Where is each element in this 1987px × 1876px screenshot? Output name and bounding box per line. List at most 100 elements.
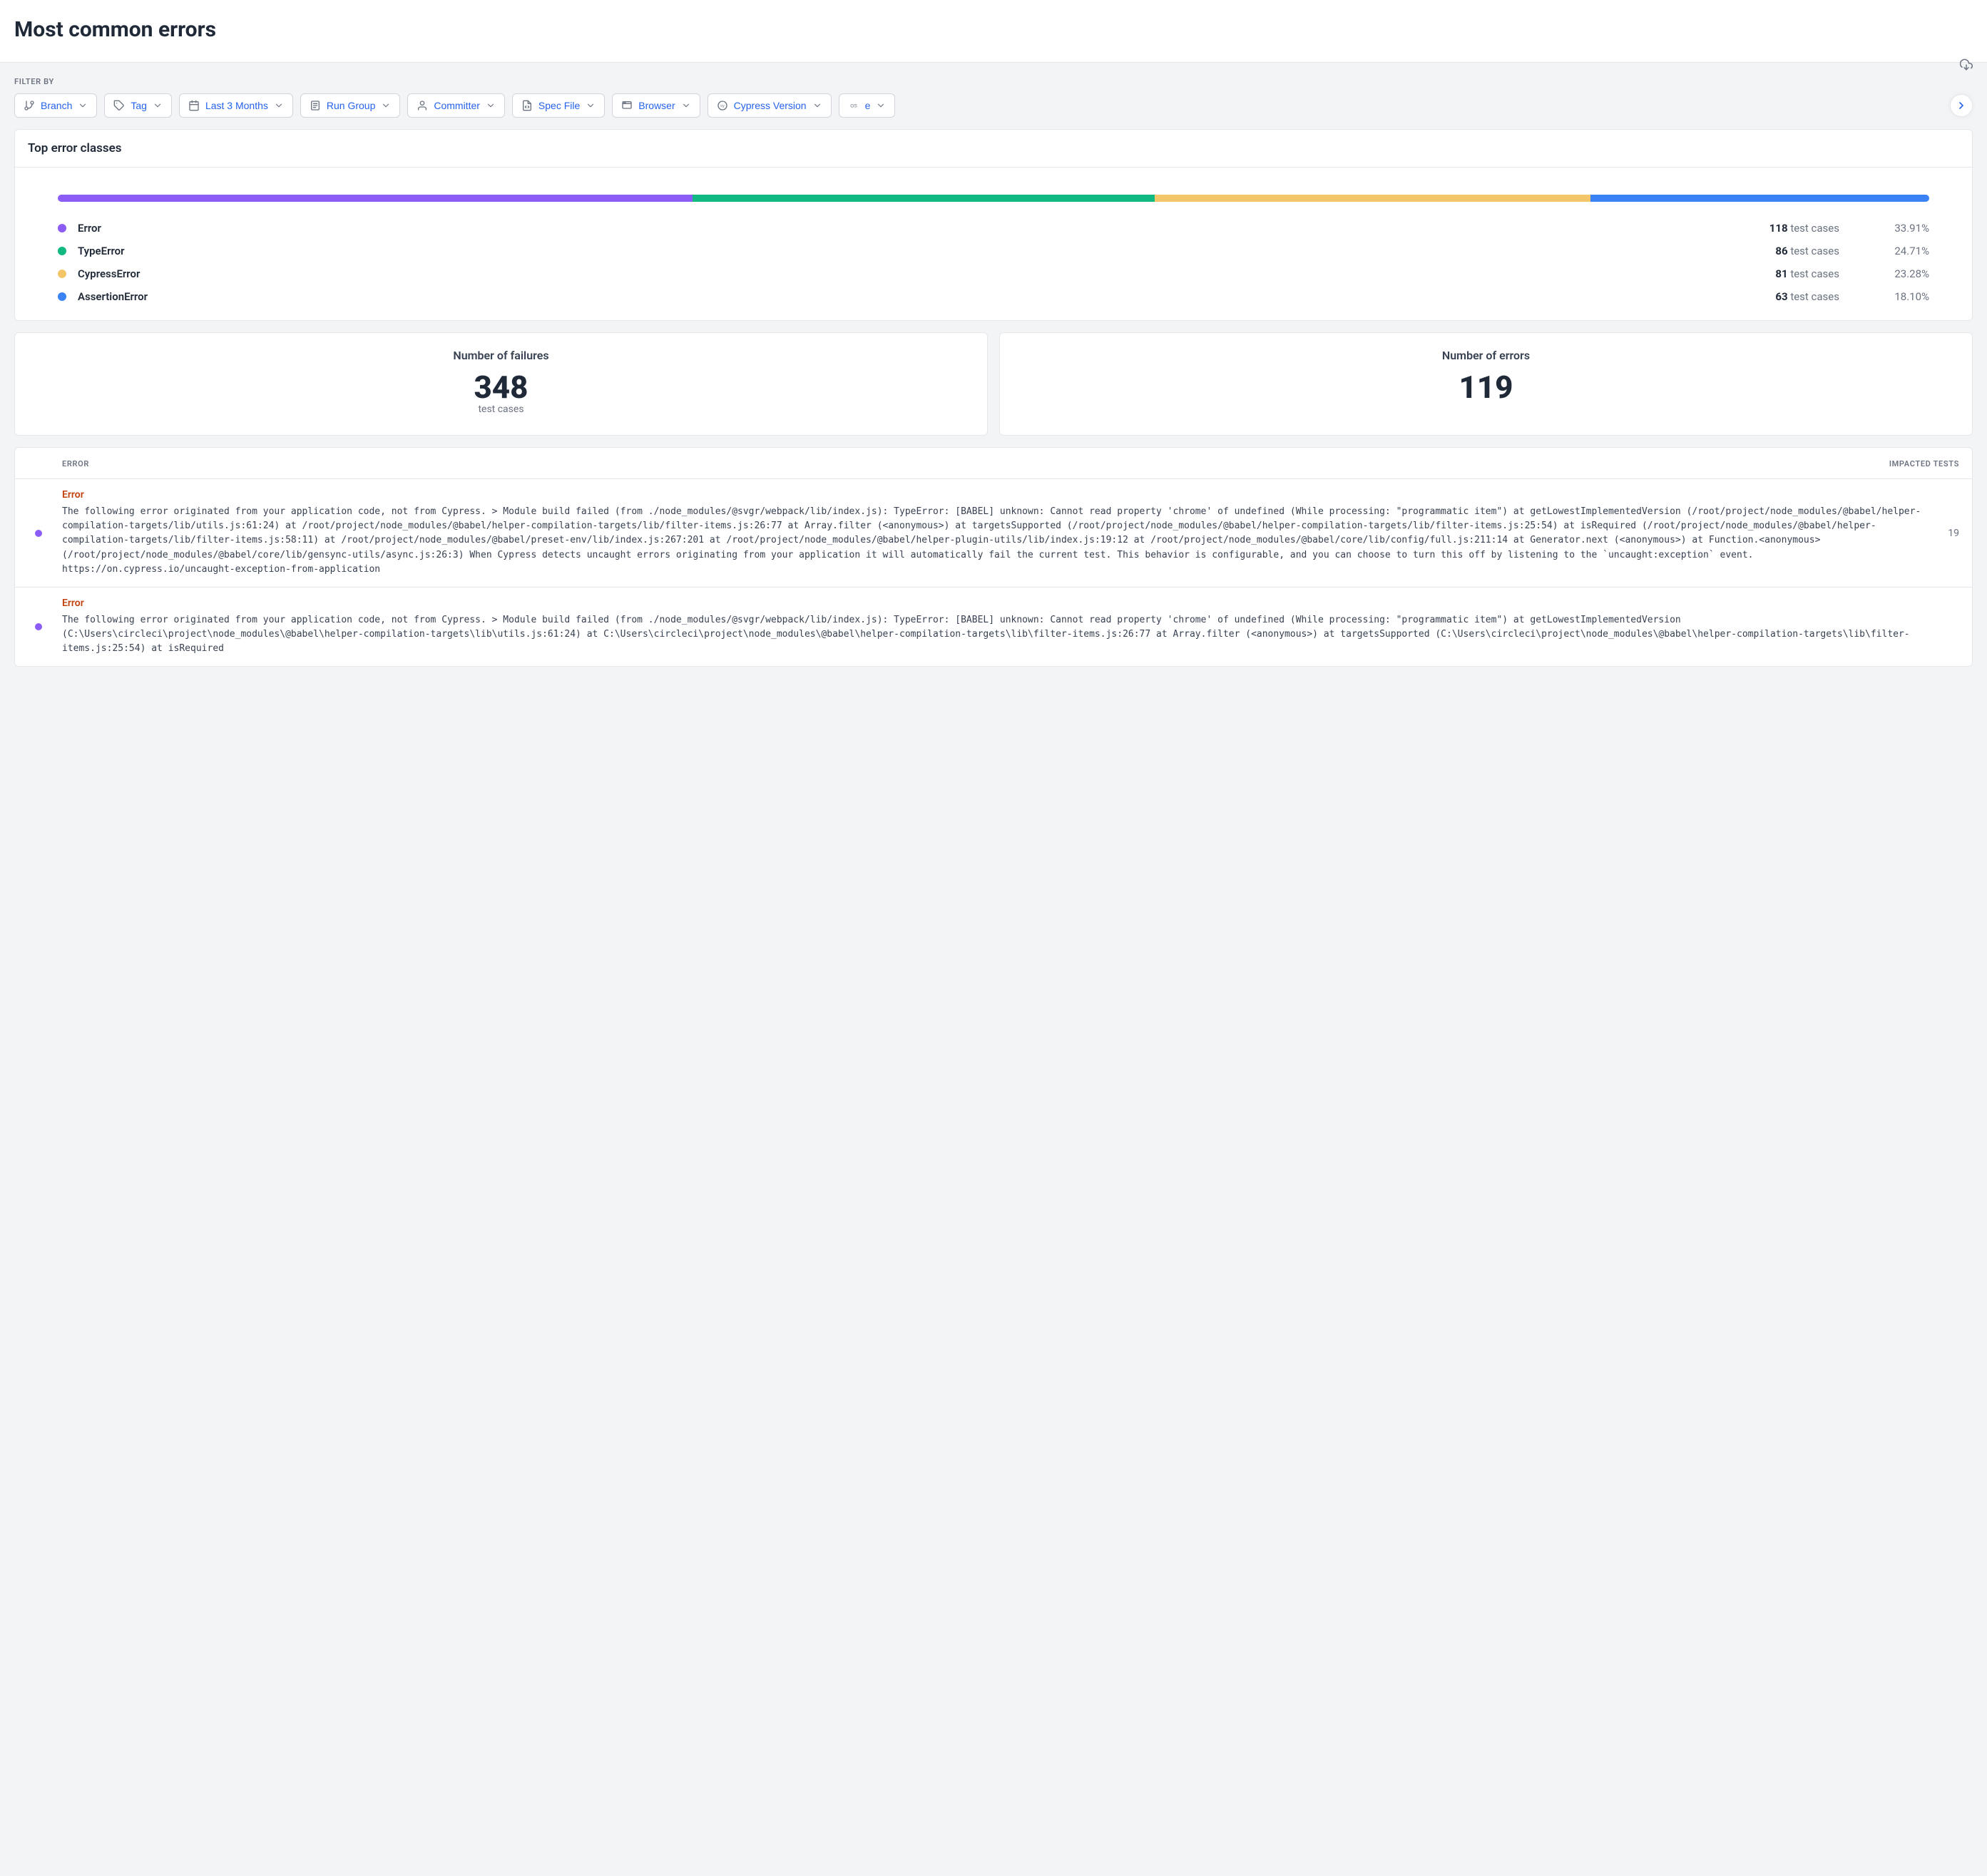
errors-title: Number of errors bbox=[1000, 349, 1972, 362]
errors-table-body: Error The following error originated from… bbox=[15, 479, 1972, 666]
impacted-tests-count: 19 bbox=[1942, 528, 1959, 539]
errors-table-card: ERROR IMPACTED TESTS Error The following … bbox=[14, 447, 1973, 667]
filter-label: Run Group bbox=[327, 100, 375, 111]
legend-row-error[interactable]: Error118 test cases33.91% bbox=[58, 222, 1929, 235]
os-icon: OS bbox=[848, 100, 859, 111]
filter-label: Cypress Version bbox=[734, 100, 807, 111]
legend-name: TypeError bbox=[78, 245, 1764, 257]
error-class-name: Error bbox=[62, 598, 1941, 609]
row-dot-wrap bbox=[28, 623, 49, 630]
svg-text:cy: cy bbox=[720, 104, 725, 108]
filter-label: Spec File bbox=[538, 100, 580, 111]
filter-buttons-wrap: Branch Tag Last 3 Months Run Group Committer… bbox=[14, 93, 1973, 118]
filter-label: Last 3 Months bbox=[205, 100, 268, 111]
top-error-classes-title: Top error classes bbox=[15, 130, 1972, 168]
bar-segment-error[interactable] bbox=[58, 195, 693, 202]
errors-value: 119 bbox=[1000, 371, 1972, 404]
error-class-stacked-bar bbox=[58, 195, 1929, 202]
legend-row-typeerror[interactable]: TypeError 86 test cases 24.71% bbox=[58, 245, 1929, 257]
filter-specfile-button[interactable]: Spec File bbox=[512, 93, 605, 118]
chevron-down-icon bbox=[78, 101, 88, 111]
filter-period-button[interactable]: Last 3 Months bbox=[179, 93, 293, 118]
legend-count: 86 bbox=[1775, 245, 1787, 257]
error-class-dot-icon bbox=[35, 530, 42, 537]
filter-committer-button[interactable]: Committer bbox=[407, 93, 505, 118]
specfile-icon bbox=[521, 100, 533, 111]
top-error-classes-card: Top error classes Error 118 test cases 33.… bbox=[14, 129, 1973, 321]
failures-sub: test cases bbox=[15, 404, 987, 415]
chevron-down-icon bbox=[586, 101, 596, 111]
filter-os-button[interactable]: OS e bbox=[839, 93, 896, 118]
chevron-down-icon bbox=[274, 101, 284, 111]
failures-title: Number of failures bbox=[15, 349, 987, 362]
stats-row: Number of failures 348 test cases Number… bbox=[14, 332, 1973, 436]
error-class-dot-icon bbox=[35, 623, 42, 630]
branch-icon bbox=[24, 100, 35, 111]
number-of-errors-card: Number of errors 119 bbox=[999, 332, 1973, 436]
row-main: Error The following error originated from… bbox=[62, 598, 1941, 656]
filter-section: FILTER BY Branch Tag Last 3 Months Run Grou… bbox=[14, 77, 1973, 118]
cyver-icon: cy bbox=[717, 100, 728, 111]
legend-pct: 33.91% bbox=[1879, 222, 1929, 235]
legend-suffix: test cases bbox=[1790, 267, 1839, 280]
legend-count: 81 bbox=[1775, 267, 1787, 280]
legend-row-cypresserror[interactable]: CypressError 81 test cases 23.28% bbox=[58, 267, 1929, 280]
error-message: The following error originated from your… bbox=[62, 613, 1941, 656]
row-main: Error The following error originated from… bbox=[62, 489, 1929, 577]
failures-value: 348 bbox=[15, 371, 987, 404]
legend-name: AssertionError bbox=[78, 290, 1764, 303]
row-dot-wrap bbox=[28, 530, 49, 537]
filter-label: Committer bbox=[434, 100, 480, 111]
page-title: Most common errors bbox=[14, 17, 1973, 42]
filter-label: Branch bbox=[41, 100, 72, 111]
chevron-down-icon bbox=[486, 101, 496, 111]
legend-name: Error bbox=[78, 222, 1758, 235]
legend-dot-icon bbox=[58, 292, 66, 301]
chevron-down-icon bbox=[381, 101, 391, 111]
legend-name: CypressError bbox=[78, 267, 1764, 280]
bar-segment-cypresserror[interactable] bbox=[1155, 195, 1590, 202]
filter-label: Browser bbox=[638, 100, 675, 111]
chevron-down-icon bbox=[153, 101, 163, 111]
rungroup-icon bbox=[310, 100, 321, 111]
legend-dot-icon bbox=[58, 224, 66, 232]
scroll-right-button[interactable] bbox=[1950, 94, 1973, 117]
filter-branch-button[interactable]: Branch bbox=[14, 93, 97, 118]
period-icon bbox=[188, 100, 200, 111]
col-error-label: ERROR bbox=[62, 459, 1889, 468]
download-icon[interactable] bbox=[1960, 58, 1973, 74]
bar-segment-typeerror[interactable] bbox=[693, 195, 1155, 202]
chevron-down-icon bbox=[876, 101, 886, 111]
legend-suffix: test cases bbox=[1790, 245, 1839, 257]
browser-icon bbox=[621, 100, 633, 111]
filter-cyver-button[interactable]: cy Cypress Version bbox=[708, 93, 832, 118]
content-area: FILTER BY Branch Tag Last 3 Months Run Grou… bbox=[0, 63, 1987, 681]
error-class-name: Error bbox=[62, 489, 1929, 501]
filter-browser-button[interactable]: Browser bbox=[612, 93, 700, 118]
legend-dot-icon bbox=[58, 247, 66, 255]
tag-icon bbox=[113, 100, 125, 111]
error-message: The following error originated from your… bbox=[62, 505, 1929, 577]
legend-dot-icon bbox=[58, 270, 66, 278]
legend-count: 118 bbox=[1769, 222, 1788, 235]
committer-icon bbox=[417, 100, 428, 111]
chevron-down-icon bbox=[812, 101, 822, 111]
legend-suffix: test cases bbox=[1790, 290, 1839, 303]
filter-tag-button[interactable]: Tag bbox=[104, 93, 172, 118]
legend-pct: 18.10% bbox=[1879, 290, 1929, 303]
filter-by-label: FILTER BY bbox=[14, 77, 1973, 86]
errors-table-header: ERROR IMPACTED TESTS bbox=[15, 448, 1972, 479]
legend-count: 63 bbox=[1775, 290, 1787, 303]
legend-pct: 24.71% bbox=[1879, 245, 1929, 257]
bar-segment-assertionerror[interactable] bbox=[1590, 195, 1929, 202]
legend-row-assertionerror[interactable]: AssertionError 63 test cases 18.10% bbox=[58, 290, 1929, 303]
error-row[interactable]: Error The following error originated from… bbox=[15, 588, 1972, 666]
chevron-down-icon bbox=[681, 101, 691, 111]
col-impacted-label: IMPACTED TESTS bbox=[1889, 459, 1959, 468]
page-header: Most common errors bbox=[0, 0, 1987, 63]
filter-rungroup-button[interactable]: Run Group bbox=[300, 93, 400, 118]
svg-text:OS: OS bbox=[850, 104, 857, 109]
filter-label: e bbox=[865, 100, 871, 111]
legend-pct: 23.28% bbox=[1879, 267, 1929, 280]
error-row[interactable]: Error The following error originated from… bbox=[15, 479, 1972, 588]
